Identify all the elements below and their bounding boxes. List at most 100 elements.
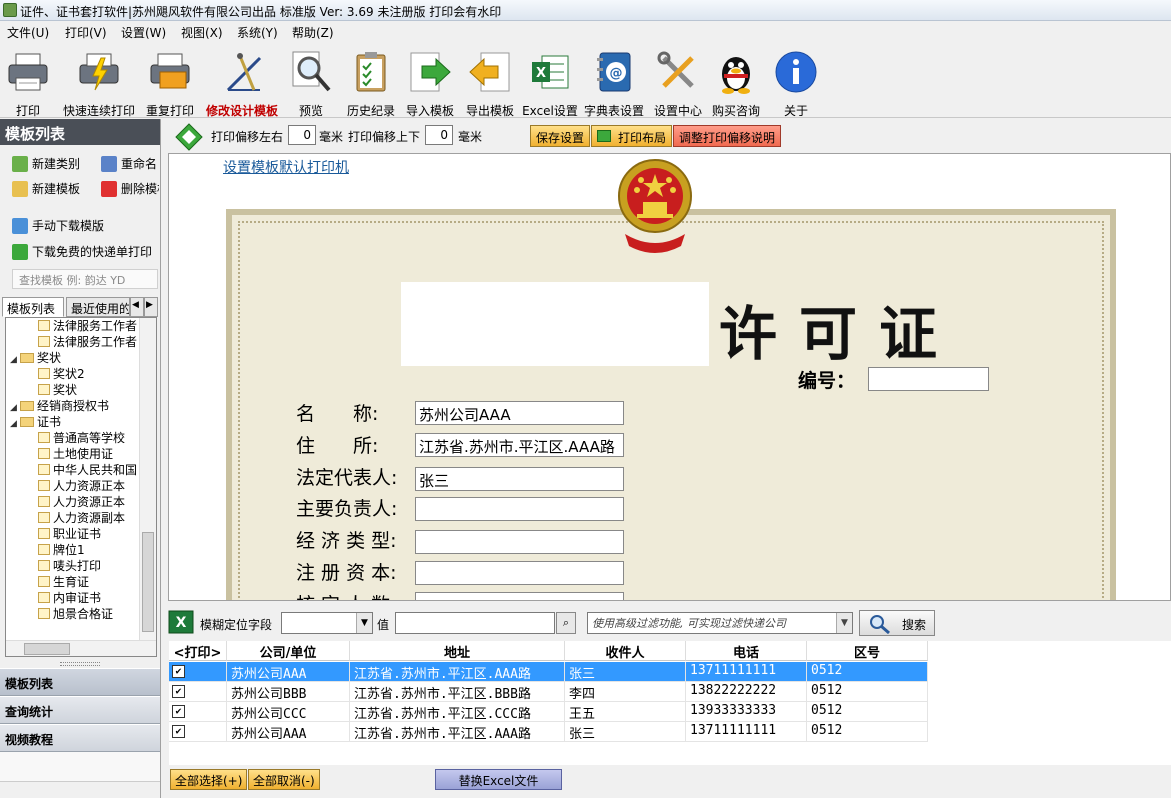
field-econ-type[interactable]	[415, 530, 624, 554]
download-express-button[interactable]: 下载免费的快递单打印	[12, 243, 160, 260]
tree-item[interactable]: 唛头打印	[28, 558, 138, 574]
print-button[interactable]: 打印	[2, 44, 54, 118]
splitter-grip[interactable]	[60, 662, 100, 666]
offset-ud-input[interactable]: 0	[425, 125, 453, 145]
nav-query-stats[interactable]: 查询统计	[0, 696, 160, 724]
import-template-button[interactable]: 导入模板	[402, 44, 458, 118]
deselect-all-button[interactable]: 全部取消(-)	[248, 769, 320, 790]
settings-center-button[interactable]: 设置中心	[650, 44, 706, 118]
tree-item[interactable]: 土地使用证	[28, 446, 138, 462]
tree-expander-icon[interactable]: ◢	[10, 400, 18, 414]
advanced-filter-select[interactable]: 使用高级过滤功能, 可实现过滤快递公司 ▼	[587, 612, 853, 634]
tab-scroll-left[interactable]: ◀	[130, 297, 144, 317]
column-header[interactable]: 电话	[686, 641, 807, 661]
menu-view[interactable]: 视图(X)	[181, 24, 223, 41]
tab-scroll-right[interactable]: ▶	[144, 297, 158, 317]
field-legal-rep[interactable]: 张三	[415, 467, 624, 491]
preview-button[interactable]: 预览	[288, 44, 334, 118]
tree-vertical-scrollbar[interactable]	[139, 318, 156, 640]
tree-item[interactable]: 奖状	[28, 382, 138, 398]
field-name[interactable]: 苏州公司AAA	[415, 401, 624, 425]
tree-item[interactable]: 奖状2	[28, 366, 138, 382]
template-search-input[interactable]: 查找模板 例: 韵达 YD	[12, 269, 158, 289]
select-all-button[interactable]: 全部选择(+)	[170, 769, 248, 790]
tab-recent[interactable]: 最近使用的	[66, 297, 130, 317]
about-button[interactable]: 关于	[770, 44, 822, 118]
default-printer-link[interactable]: 设置模板默认打印机	[223, 157, 349, 177]
column-header[interactable]: 地址	[350, 641, 565, 661]
tree-item[interactable]: 人力资源副本	[28, 510, 138, 526]
edit-template-button[interactable]: 修改设计模板	[200, 44, 284, 118]
print-checkbox-cell[interactable]: ✔	[169, 702, 227, 722]
tree-item[interactable]: 法律服务工作者	[28, 318, 138, 334]
offset-lr-input[interactable]: 0	[288, 125, 316, 145]
serial-field[interactable]	[868, 367, 989, 391]
column-header[interactable]: 公司/单位	[227, 641, 350, 661]
tree-item[interactable]: 生育证	[28, 574, 138, 590]
manual-download-button[interactable]: 手动下载模版	[12, 217, 104, 234]
table-row[interactable]: ✔ 苏州公司BBB 江苏省.苏州市.平江区.BBB路 李四 13822222222 051…	[169, 682, 928, 702]
menu-print[interactable]: 打印(V)	[65, 24, 107, 41]
delete-template-button[interactable]: 删除模板	[101, 180, 159, 197]
new-template-button[interactable]: 新建模板	[12, 180, 80, 197]
print-checkbox[interactable]: ✔	[172, 705, 185, 718]
tree-item[interactable]: 旭景合格证	[28, 606, 138, 622]
photo-placeholder[interactable]	[401, 282, 709, 366]
tree-folder[interactable]: ◢ 证书	[10, 414, 140, 430]
tree-expander-icon[interactable]: ◢	[10, 416, 18, 430]
tree-folder[interactable]: ◢ 经销商授权书	[10, 398, 140, 414]
table-row[interactable]: ✔ 苏州公司CCC 江苏省.苏州市.平江区.CCC路 王五 13933333333 051…	[169, 702, 928, 722]
print-checkbox-cell[interactable]: ✔	[169, 662, 227, 682]
value-lookup-button[interactable]: ⌕	[556, 612, 576, 634]
print-checkbox-cell[interactable]: ✔	[169, 682, 227, 702]
table-row[interactable]: ✔ 苏州公司AAA 江苏省.苏州市.平江区.AAA路 张三 13711111111 051…	[169, 662, 928, 682]
fast-print-button[interactable]: 快速连续打印	[60, 44, 138, 118]
menu-file[interactable]: 文件(U)	[7, 24, 49, 41]
offset-help-button[interactable]: 调整打印偏移说明	[673, 125, 782, 147]
field-principal[interactable]	[415, 497, 624, 521]
fuzzy-field-select[interactable]: ▼	[281, 612, 373, 634]
scrollbar-thumb[interactable]	[24, 643, 70, 655]
menu-help[interactable]: 帮助(Z)	[292, 24, 334, 41]
menu-system[interactable]: 系统(Y)	[237, 24, 278, 41]
print-checkbox[interactable]: ✔	[172, 725, 185, 738]
tree-horizontal-scrollbar[interactable]	[6, 640, 156, 656]
new-category-button[interactable]: 新建类别	[12, 155, 80, 172]
print-layout-button[interactable]: 打印布局	[591, 125, 673, 147]
tree-item[interactable]: 法律服务工作者	[28, 334, 138, 350]
scrollbar-thumb[interactable]	[142, 532, 154, 632]
save-settings-button[interactable]: 保存设置	[530, 125, 591, 147]
print-checkbox[interactable]: ✔	[172, 685, 185, 698]
value-input[interactable]	[395, 612, 555, 634]
tree-expander-icon[interactable]: ◢	[10, 352, 18, 366]
field-staff[interactable]	[415, 592, 624, 600]
column-header[interactable]: <打印>	[169, 641, 227, 661]
menu-settings[interactable]: 设置(W)	[121, 24, 166, 41]
tree-item[interactable]: 职业证书	[28, 526, 138, 542]
field-address[interactable]: 江苏省.苏州市.平江区.AAA路	[415, 433, 624, 457]
tree-item[interactable]: 内审证书	[28, 590, 138, 606]
search-button[interactable]: 搜索	[859, 610, 935, 636]
nav-video-tutorial[interactable]: 视频教程	[0, 724, 160, 752]
tree-item[interactable]: 中华人民共和国	[28, 462, 138, 478]
column-header[interactable]: 区号	[807, 641, 928, 661]
excel-settings-button[interactable]: X Excel设置	[520, 44, 580, 118]
tree-item[interactable]: 人力资源正本	[28, 478, 138, 494]
print-checkbox-cell[interactable]: ✔	[169, 722, 227, 742]
history-button[interactable]: 历史纪录	[342, 44, 400, 118]
tree-item[interactable]: 人力资源正本	[28, 494, 138, 510]
table-row[interactable]: ✔ 苏州公司AAA 江苏省.苏州市.平江区.AAA路 张三 13711111111 051…	[169, 722, 928, 742]
export-template-button[interactable]: 导出模板	[462, 44, 518, 118]
tree-folder[interactable]: ◢ 奖状	[10, 350, 140, 366]
print-checkbox[interactable]: ✔	[172, 665, 185, 678]
purchase-consult-button[interactable]: 购买咨询	[708, 44, 764, 118]
dictionary-settings-button[interactable]: @ 字典表设置	[582, 44, 646, 118]
nav-template-list[interactable]: 模板列表	[0, 668, 160, 696]
tree-item[interactable]: 牌位1	[28, 542, 138, 558]
repeat-print-button[interactable]: 重复打印	[142, 44, 198, 118]
column-header[interactable]: 收件人	[565, 641, 686, 661]
replace-excel-button[interactable]: 替换Excel文件	[435, 769, 562, 790]
tab-template-list[interactable]: 模板列表	[2, 297, 64, 317]
tree-item[interactable]: 普通高等学校	[28, 430, 138, 446]
rename-button[interactable]: 重命名	[101, 155, 159, 172]
